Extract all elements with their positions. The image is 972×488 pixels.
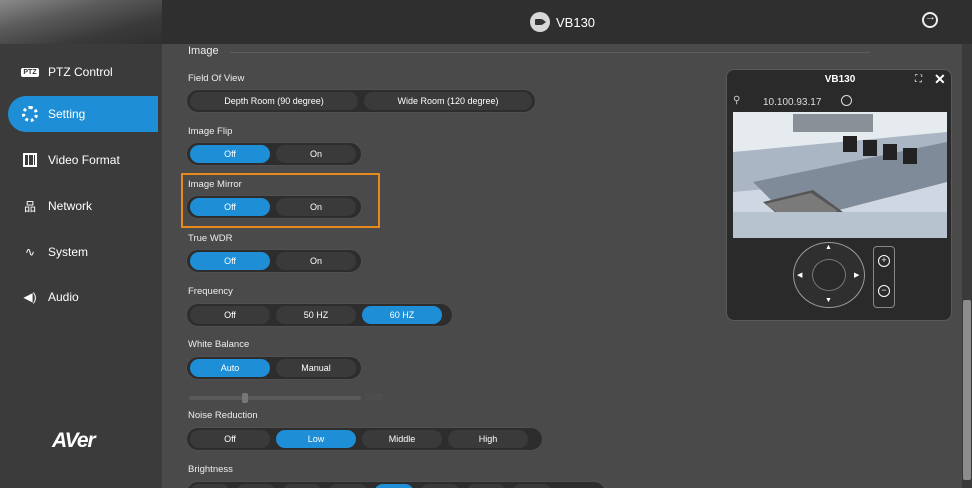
section-title: Image bbox=[188, 45, 219, 57]
pad-center bbox=[812, 259, 846, 291]
speaker-icon: ◀) bbox=[23, 290, 37, 304]
brightness-option[interactable] bbox=[236, 484, 276, 488]
option-off[interactable]: Off bbox=[190, 145, 270, 163]
image-mirror-selector: Off On bbox=[186, 195, 362, 219]
zoom-out-icon[interactable]: − bbox=[878, 285, 890, 297]
brightness-option[interactable] bbox=[328, 484, 368, 488]
top-bar-corner bbox=[0, 0, 162, 44]
true-wdr-label: True WDR bbox=[188, 233, 233, 244]
preview-panel: VB130 ⛶ ✕ ⚲ 10.100.93.17 ▲ ▼ ◀ ▶ + − bbox=[726, 69, 952, 321]
brightness-option[interactable] bbox=[420, 484, 460, 488]
location-icon: ⚲ bbox=[733, 95, 741, 106]
film-icon bbox=[22, 152, 38, 168]
section-divider bbox=[230, 52, 870, 53]
device-name: VB130 bbox=[556, 14, 596, 30]
sidebar-item-label: Network bbox=[48, 199, 93, 213]
camera-preview bbox=[733, 112, 947, 238]
pulse-icon: ∿ bbox=[24, 245, 36, 259]
brightness-option[interactable] bbox=[190, 484, 230, 488]
zoom-controls: + − bbox=[873, 246, 895, 308]
image-flip-selector: Off On bbox=[186, 142, 362, 166]
slider-value: 5000 bbox=[365, 393, 383, 402]
image-mirror-label: Image Mirror bbox=[188, 179, 242, 190]
network-icon: 品 bbox=[23, 199, 36, 214]
option-off[interactable]: Off bbox=[190, 306, 270, 324]
option-50hz[interactable]: 50 HZ bbox=[276, 306, 356, 324]
sidebar-item-system[interactable]: ∿ System bbox=[0, 234, 158, 270]
white-balance-slider[interactable] bbox=[189, 396, 361, 400]
fullscreen-icon[interactable]: ⛶ bbox=[915, 74, 922, 85]
meeting-room-image bbox=[733, 112, 947, 238]
option-off[interactable]: Off bbox=[190, 252, 270, 270]
pan-right-button[interactable]: ▶ bbox=[854, 271, 859, 279]
logout-icon[interactable] bbox=[922, 11, 938, 28]
image-flip-label: Image Flip bbox=[188, 126, 233, 137]
option-on[interactable]: On bbox=[276, 198, 356, 216]
pan-left-button[interactable]: ◀ bbox=[797, 271, 802, 279]
sidebar-item-video-format[interactable]: Video Format bbox=[0, 142, 158, 178]
aver-logo: AVer bbox=[52, 429, 96, 452]
sidebar-item-ptz-control[interactable]: PTZ PTZ Control bbox=[0, 54, 158, 90]
option-wide-room[interactable]: Wide Room (120 degree) bbox=[364, 92, 532, 110]
ptz-icon: PTZ bbox=[21, 67, 39, 77]
option-60hz[interactable]: 60 HZ bbox=[362, 306, 442, 324]
sidebar-item-setting[interactable]: Setting bbox=[8, 96, 158, 132]
white-balance-selector: Auto Manual bbox=[186, 356, 362, 380]
option-on[interactable]: On bbox=[276, 145, 356, 163]
gear-icon bbox=[22, 106, 38, 122]
white-balance-label: White Balance bbox=[188, 339, 250, 350]
option-off[interactable]: Off bbox=[190, 198, 270, 216]
sidebar-item-network[interactable]: 品 Network bbox=[0, 188, 158, 224]
field-of-view-label: Field Of View bbox=[188, 73, 245, 84]
sidebar-item-label: PTZ Control bbox=[48, 65, 113, 79]
option-on[interactable]: On bbox=[276, 252, 356, 270]
sidebar-item-audio[interactable]: ◀) Audio bbox=[0, 279, 158, 315]
brightness-option[interactable] bbox=[466, 484, 506, 488]
option-low[interactable]: Low bbox=[276, 430, 356, 448]
sidebar: PTZ PTZ Control Setting Video Format 品 N… bbox=[0, 44, 162, 488]
option-off[interactable]: Off bbox=[190, 430, 270, 448]
brightness-label: Brightness bbox=[188, 464, 233, 475]
camera-icon bbox=[530, 12, 550, 32]
sidebar-item-label: Audio bbox=[48, 290, 79, 304]
noise-reduction-selector: Off Low Middle High bbox=[186, 427, 543, 451]
sidebar-item-label: Setting bbox=[48, 107, 86, 121]
true-wdr-selector: Off On bbox=[186, 249, 362, 273]
noise-reduction-label: Noise Reduction bbox=[188, 410, 258, 421]
field-of-view-selector: Depth Room (90 degree) Wide Room (120 de… bbox=[186, 89, 536, 113]
brightness-option[interactable] bbox=[374, 484, 414, 488]
close-icon[interactable]: ✕ bbox=[934, 71, 946, 88]
frequency-selector: Off 50 HZ 60 HZ bbox=[186, 303, 453, 327]
user-icon bbox=[841, 95, 852, 106]
frequency-label: Frequency bbox=[188, 286, 233, 297]
pan-down-button[interactable]: ▼ bbox=[825, 297, 832, 304]
option-manual[interactable]: Manual bbox=[276, 359, 356, 377]
option-middle[interactable]: Middle bbox=[362, 430, 442, 448]
brightness-option[interactable] bbox=[512, 484, 552, 488]
option-auto[interactable]: Auto bbox=[190, 359, 270, 377]
brightness-option[interactable] bbox=[282, 484, 322, 488]
option-high[interactable]: High bbox=[448, 430, 528, 448]
sidebar-item-label: Video Format bbox=[48, 153, 120, 167]
top-bar: VB130 bbox=[0, 0, 972, 44]
pan-up-button[interactable]: ▲ bbox=[825, 244, 832, 251]
ptz-pad: ▲ ▼ ◀ ▶ bbox=[793, 242, 865, 308]
slider-handle[interactable] bbox=[242, 393, 248, 403]
scrollbar-thumb[interactable] bbox=[963, 300, 971, 480]
ip-address: 10.100.93.17 bbox=[763, 97, 822, 108]
brightness-selector bbox=[186, 481, 606, 488]
zoom-in-icon[interactable]: + bbox=[878, 255, 890, 267]
sidebar-item-label: System bbox=[48, 245, 89, 259]
device-title: VB130 bbox=[530, 12, 595, 32]
option-depth-room[interactable]: Depth Room (90 degree) bbox=[190, 92, 358, 110]
